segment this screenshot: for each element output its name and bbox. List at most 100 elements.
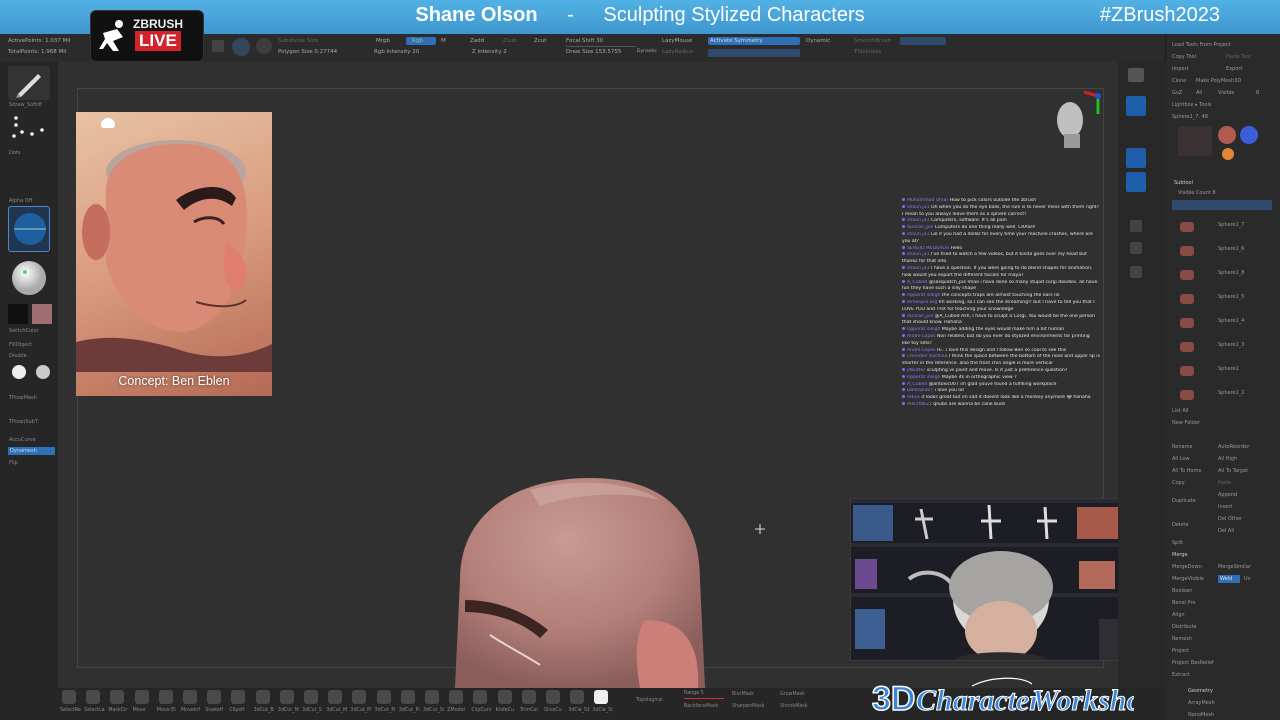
lazy-radius-slider[interactable]: LazyRadius [662,49,693,55]
dynamic-label[interactable]: Dynamic [637,49,657,54]
extra-toggle[interactable] [900,37,946,45]
subtool-item[interactable]: Sphere1_2 [1218,390,1244,396]
distribute-button[interactable]: Distribute [1172,624,1197,630]
tool-icon[interactable] [304,690,318,704]
primary-color-swatch[interactable] [8,304,28,324]
sculpt-head-model[interactable] [430,470,730,688]
subtool-thumbnail[interactable] [1180,222,1194,232]
edit-button[interactable] [212,40,224,52]
orientation-gizmo[interactable] [1050,90,1106,154]
auto-reorder-button[interactable]: AutoReorder [1218,444,1249,450]
tool-icon[interactable] [158,690,173,704]
tool-label[interactable]: 3dCut_Pi [375,708,396,713]
tool-label[interactable]: ZModel [447,708,465,713]
new-folder-button[interactable]: New Folder [1172,420,1200,426]
floor-button[interactable] [1126,148,1146,168]
tool-icon[interactable] [231,690,246,704]
blur-mask-button[interactable]: BlurMask [732,692,754,697]
merge-down-button[interactable]: MergeDown [1172,564,1202,570]
subtool-thumbnail[interactable] [1180,294,1194,304]
texture-thumbnail[interactable] [8,206,50,252]
append-button[interactable]: Append [1218,492,1237,498]
tool-thumbnail-simple[interactable] [1222,148,1234,160]
tool-icon[interactable] [497,690,512,704]
project-bas-relief-button[interactable]: Project BasRelief [1172,660,1214,666]
subtool-item[interactable]: Sphere1_8 [1218,270,1244,276]
material-thumbnail[interactable] [8,258,50,298]
tool-thumbnail-main[interactable] [1178,126,1212,156]
remesh-button[interactable]: Remesh [1172,636,1192,642]
merge-button[interactable]: Merge [1172,552,1188,558]
tool-label[interactable]: 3dCut_M [326,708,347,713]
smooth-brush-button[interactable]: SmoothBrush [854,38,891,44]
dynamesh-button[interactable]: Dynamesh [8,447,55,455]
nanomesh-section[interactable]: NanoMesh [1188,712,1214,718]
polygon-size-slider[interactable]: Polygon Size 0.27744 [278,49,337,55]
rgb-button[interactable]: Rgb [406,37,436,45]
subtool-item[interactable]: Sphere1_7 [1218,222,1244,228]
all-to-target-button[interactable]: All To Target [1218,468,1248,474]
delete-button[interactable]: Delete [1172,522,1188,528]
fill-object-button[interactable]: FillObject [9,342,32,348]
export-button[interactable]: Export [1226,66,1242,72]
subtool-item[interactable]: Sphere1 [1218,366,1239,372]
all-low-button[interactable]: All Low [1172,456,1190,462]
tool-label[interactable]: 3dCut_S [302,708,322,713]
subtool-item[interactable]: Sphere1_6 [1218,246,1244,252]
copy-tool-button[interactable]: Copy Tool [1172,54,1196,60]
tool-label[interactable]: SelectLa [84,708,104,713]
tool-label[interactable]: Move El [157,708,176,713]
zcut-button[interactable]: Zcut [534,38,546,44]
tool-icon[interactable] [400,690,415,704]
duplicate-button[interactable]: Duplicate [1172,498,1196,504]
import-button[interactable]: Import [1172,66,1189,72]
subtool-item[interactable]: Sphere1_3 [1218,342,1244,348]
secondary-color-swatch[interactable] [32,304,52,324]
list-all-button[interactable]: List All [1172,408,1189,414]
tool-icon[interactable] [570,690,585,704]
range-slider[interactable]: Range 5 [684,691,704,696]
m-button[interactable]: M [441,38,446,44]
lazy-mouse-button[interactable]: LazyMouse [662,38,692,44]
tool-label[interactable]: SelectRe [60,708,81,713]
shrink-mask-button[interactable]: ShrinkMask [780,704,808,709]
frame-button[interactable] [1130,220,1142,232]
tool-label[interactable]: SliceCu [544,708,562,713]
accucurve-button[interactable]: AccuCurve [9,437,36,443]
project-button[interactable]: Project [1172,648,1189,654]
merge-visible-button[interactable]: MergeVisible [1172,576,1204,582]
draw-button[interactable] [232,38,250,56]
sharpen-mask-button[interactable]: SharpenMask [732,704,764,709]
tool-icon[interactable] [521,690,536,704]
subdivide-size[interactable]: Subdivide Size [278,38,318,44]
tool-thumbnail-sphere[interactable] [1218,126,1236,144]
tool-label[interactable]: ClipCurv [471,708,491,713]
rgb-intensity-slider[interactable]: Rgb Intensity 20 [374,49,419,55]
insert-button[interactable]: Insert [1218,504,1232,510]
subtool-thumbnail[interactable] [1180,366,1194,376]
bevel-pro-button[interactable]: Bevel Pro [1172,600,1195,606]
sphere-toggle-grey[interactable] [36,365,50,379]
tool-icon[interactable] [449,690,464,704]
all-high-button[interactable]: All High [1218,456,1237,462]
move-button[interactable] [256,38,272,54]
subtool-selected-row[interactable] [1172,200,1272,210]
tool-icon[interactable] [594,690,609,704]
make-polymesh-button[interactable]: Make PolyMesh3D [1196,78,1241,84]
paste-tool-button[interactable]: Paste Tool [1226,54,1251,60]
tool-label[interactable]: Move [133,708,146,713]
tool-label[interactable]: KnifeCu [496,708,515,713]
extract-button[interactable]: Extract [1172,672,1190,678]
arraymesh-section[interactable]: ArrayMesh [1188,700,1215,706]
tool-label[interactable]: 3dCut_Pi [350,708,371,713]
grow-mask-button[interactable]: GrowMask [780,692,805,697]
zsub-button[interactable]: Zsub [503,38,517,44]
paste-button[interactable]: Paste [1218,480,1232,486]
tool-icon[interactable] [473,690,488,704]
tool-icon[interactable] [328,690,343,704]
switch-color-label[interactable]: SwitchColor [9,328,39,334]
tool-label[interactable]: 3dCut_M [278,708,299,713]
topological-button[interactable]: Topological [636,698,663,703]
tool-label[interactable]: TrimCur [520,708,539,713]
geometry-section[interactable]: Geometry [1188,688,1213,694]
